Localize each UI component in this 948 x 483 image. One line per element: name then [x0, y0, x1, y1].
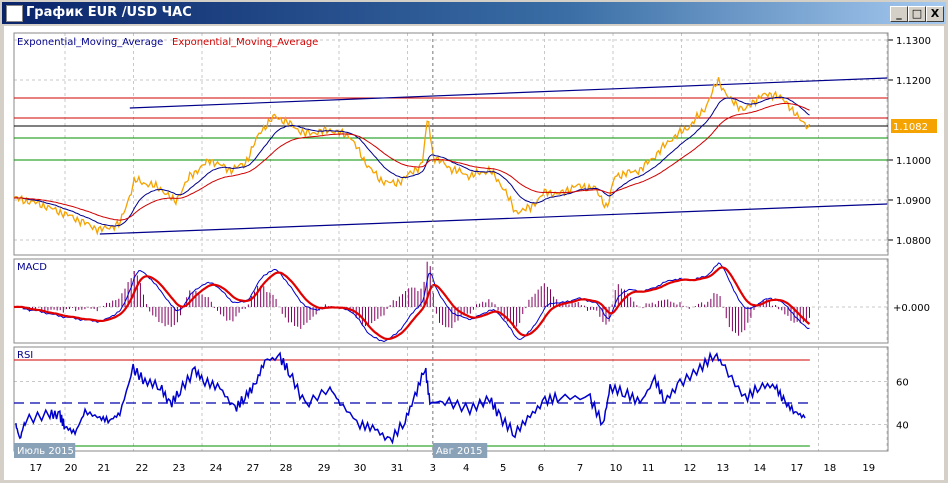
- date-tick-label: 24: [210, 463, 223, 474]
- price-tick-label: 1.0800: [896, 236, 931, 247]
- date-tick-label: 6: [538, 463, 544, 474]
- date-tick-label: 3: [430, 463, 436, 474]
- date-tick-label: 21: [98, 463, 111, 474]
- price-tick-label: 1.0900: [896, 196, 931, 207]
- month-label: Июль 2015: [17, 446, 74, 457]
- date-tick-label: 20: [65, 463, 78, 474]
- trend-line: [99, 203, 888, 235]
- price-tick-label: 1.1200: [896, 76, 931, 87]
- chart-canvas[interactable]: 1.1300 1.1200 1.1000 1.0900 1.0800 60 40 17 20 2…: [0, 0, 948, 483]
- macd-title: MACD: [17, 262, 47, 273]
- legend-ema-fast: Exponential_Moving_Average: [17, 37, 163, 48]
- date-tick-label: 18: [823, 463, 836, 474]
- date-tick-label: 28: [280, 463, 293, 474]
- date-tick-label: 7: [577, 463, 583, 474]
- rsi-panel: [13, 346, 889, 452]
- date-tick-label: 12: [684, 463, 697, 474]
- rsi-title: RSI: [17, 350, 33, 361]
- date-tick-label: 23: [173, 463, 186, 474]
- current-price-label: 1.1082: [893, 122, 928, 133]
- month-label: Авг 2015: [436, 446, 483, 457]
- price-tick-label: 1.1300: [896, 36, 931, 47]
- date-tick-label: 30: [354, 463, 367, 474]
- date-tick-label: 13: [717, 463, 730, 474]
- date-tick-label: 10: [610, 463, 623, 474]
- date-tick-label: 11: [642, 463, 655, 474]
- rsi-tick-label: 60: [896, 378, 909, 389]
- date-tick-label: 14: [754, 463, 767, 474]
- rsi-tick-label: 40: [896, 421, 909, 432]
- price-panel: [13, 32, 889, 256]
- date-tick-label: 27: [247, 463, 260, 474]
- date-tick-label: 17: [791, 463, 804, 474]
- date-tick-label: 31: [391, 463, 404, 474]
- legend-ema-slow: Exponential_Moving_Average: [172, 37, 318, 48]
- date-tick-label: 5: [500, 463, 506, 474]
- price-tick-label: 1.1000: [896, 156, 931, 167]
- date-tick-label: 4: [463, 463, 469, 474]
- date-tick-label: 19: [862, 463, 875, 474]
- trend-line: [129, 77, 888, 109]
- date-tick-label: 17: [29, 463, 42, 474]
- date-tick-label: 22: [136, 463, 149, 474]
- rsi-line: [15, 351, 806, 445]
- macd-panel: [13, 258, 889, 344]
- macd-zero-label: +0.000: [893, 303, 930, 314]
- date-tick-label: 29: [318, 463, 331, 474]
